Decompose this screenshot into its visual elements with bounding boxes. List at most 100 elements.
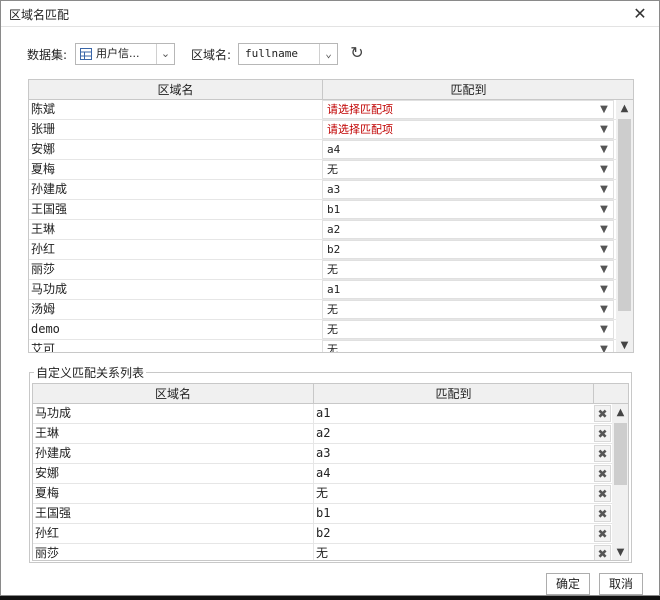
row-area-name: 丽莎: [35, 546, 60, 560]
chevron-down-icon: ▼: [600, 264, 608, 275]
column-header-area: 区域名: [154, 387, 191, 401]
row-area-name: 王国强: [35, 506, 72, 520]
region-match-dialog: 区域名匹配 ✕ 数据集: 用户信... ⌄ 区域名: fullname ⌄ ↻ …: [0, 0, 660, 596]
dataset-dropdown[interactable]: 用户信... ⌄: [75, 43, 175, 65]
row-area-name: 汤姆: [31, 302, 56, 316]
table-row: 安娜 a4 ▼: [29, 140, 616, 160]
scrollbar-thumb[interactable]: [618, 119, 631, 311]
delete-icon[interactable]: ✖: [594, 525, 611, 542]
refresh-icon[interactable]: ↻: [347, 43, 367, 63]
close-icon[interactable]: ✕: [629, 3, 651, 25]
match-select-value: a2: [327, 223, 341, 236]
table-row: 夏梅无 ▼: [29, 160, 616, 180]
scroll-down-icon[interactable]: ▼: [616, 337, 633, 352]
mapping-table: 区域名 匹配到 陈斌 请选择匹配项 ▼ 张珊 请选择匹配项 ▼ 安娜 a4 ▼ 夏梅无 ▼ 孙建成 a3…: [28, 79, 634, 353]
match-select[interactable]: 无 ▼: [322, 340, 614, 353]
column-header-delete: [593, 384, 613, 404]
column-header-match: 匹配到: [313, 384, 593, 404]
table-row: 王琳 a2 ▼: [29, 220, 616, 240]
list-item: 孙红 b2 ✖: [33, 524, 612, 544]
match-select-value: a4: [327, 143, 341, 156]
row-area-name: demo: [31, 322, 60, 336]
row-match-value: a3: [313, 444, 593, 463]
row-match-value: a4: [313, 464, 593, 483]
table-row: 汤姆 无 ▼: [29, 300, 616, 320]
match-select-value: 无: [327, 263, 338, 276]
delete-icon[interactable]: ✖: [594, 505, 611, 522]
row-area-name: 丽莎: [31, 262, 56, 276]
delete-icon[interactable]: ✖: [594, 445, 611, 462]
list-item: 马功成 a1 ✖: [33, 404, 612, 424]
cancel-button[interactable]: 取消: [599, 573, 643, 595]
match-select-value: a3: [327, 183, 341, 196]
match-select[interactable]: 无 ▼: [322, 320, 614, 339]
chevron-down-icon: ⌄: [156, 44, 174, 64]
chevron-down-icon: ▼: [600, 184, 608, 195]
chevron-down-icon: ▼: [600, 164, 608, 175]
match-select-value: 无: [327, 303, 338, 316]
chevron-down-icon: ▼: [600, 224, 608, 235]
row-area-name: 孙红: [31, 242, 56, 256]
dataset-value: 用户信...: [96, 47, 140, 60]
chevron-down-icon: ▼: [600, 344, 608, 353]
row-match-value: 无: [313, 484, 593, 503]
match-select[interactable]: b1 ▼: [322, 200, 614, 219]
match-select-value: 无: [327, 323, 338, 336]
row-match-value: 无: [313, 544, 593, 560]
mapping-table-header: 区域名 匹配到: [29, 80, 633, 100]
row-area-name: 陈斌: [31, 102, 56, 116]
match-select[interactable]: a1 ▼: [322, 280, 614, 299]
mapping-table-scrollbar[interactable]: ▲ ▼: [616, 100, 633, 352]
match-select[interactable]: 请选择匹配项 ▼: [322, 120, 614, 139]
custom-table-header: 区域名 匹配到: [33, 384, 628, 404]
chevron-down-icon: ▼: [600, 244, 608, 255]
row-area-name: 艾可: [31, 342, 56, 353]
delete-icon[interactable]: ✖: [594, 425, 611, 442]
match-select[interactable]: 无 ▼: [322, 300, 614, 319]
column-header-area: 区域名: [157, 83, 194, 97]
chevron-down-icon: ⌄: [319, 44, 337, 64]
row-area-name: 安娜: [35, 466, 60, 480]
dataset-label: 数据集:: [27, 48, 68, 62]
list-item: 王国强 b1 ✖: [33, 504, 612, 524]
table-row: 马功成 a1 ▼: [29, 280, 616, 300]
area-field-dropdown[interactable]: fullname ⌄: [238, 43, 338, 65]
delete-icon[interactable]: ✖: [594, 485, 611, 502]
match-select[interactable]: 无 ▼: [322, 260, 614, 279]
table-row: 丽莎无 ▼: [29, 260, 616, 280]
delete-icon[interactable]: ✖: [594, 545, 611, 560]
title-bar: 区域名匹配 ✕: [1, 1, 659, 27]
custom-table-scrollbar[interactable]: ▲ ▼: [612, 404, 628, 560]
chevron-down-icon: ▼: [600, 324, 608, 335]
row-match-value: b1: [313, 504, 593, 523]
list-item: 夏梅 无 ✖: [33, 484, 612, 504]
match-select-value: 无: [327, 163, 338, 176]
row-area-name: 孙建成: [31, 182, 68, 196]
match-select[interactable]: a4 ▼: [322, 140, 614, 159]
match-select-value: 无: [327, 343, 338, 353]
delete-icon[interactable]: ✖: [594, 465, 611, 482]
table-icon: [80, 48, 92, 60]
scroll-up-icon[interactable]: ▲: [612, 404, 628, 421]
row-match-value: a2: [313, 424, 593, 443]
area-field-value: fullname: [245, 47, 298, 60]
scrollbar-thumb[interactable]: [614, 423, 627, 485]
scroll-down-icon[interactable]: ▼: [612, 544, 628, 560]
match-select[interactable]: 无 ▼: [322, 160, 614, 179]
area-label: 区域名:: [191, 48, 232, 62]
match-select[interactable]: a3 ▼: [322, 180, 614, 199]
row-area-name: 马功成: [35, 406, 72, 420]
row-area-name: 王国强: [31, 202, 68, 216]
match-select-value: b2: [327, 243, 341, 256]
chevron-down-icon: ▼: [600, 144, 608, 155]
scroll-up-icon[interactable]: ▲: [616, 100, 633, 117]
match-select[interactable]: a2 ▼: [322, 220, 614, 239]
table-row: 张珊 请选择匹配项 ▼: [29, 120, 616, 140]
chevron-down-icon: ▼: [600, 124, 608, 135]
custom-mapping-group: 自定义匹配关系列表 区域名 匹配到 马功成 a1 ✖ 王琳 a2 ✖ 孙建成 a3 ✖ 安娜 a4 ✖…: [29, 364, 632, 563]
match-select[interactable]: 请选择匹配项 ▼: [322, 100, 614, 119]
ok-button[interactable]: 确定: [546, 573, 590, 595]
row-area-name: 王琳: [31, 222, 56, 236]
delete-icon[interactable]: ✖: [594, 405, 611, 422]
match-select[interactable]: b2 ▼: [322, 240, 614, 259]
